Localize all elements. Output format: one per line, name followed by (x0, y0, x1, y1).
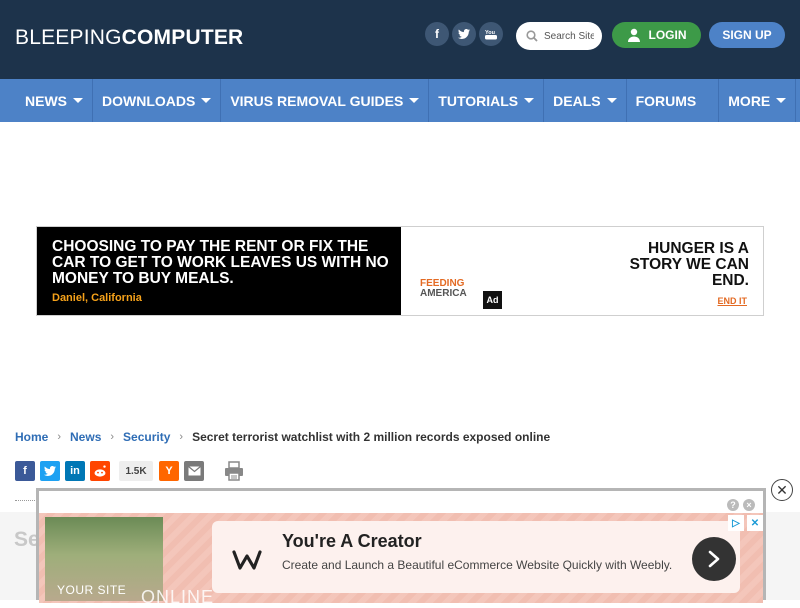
breadcrumb-news[interactable]: News (70, 430, 101, 444)
advertisement-banner[interactable]: CHOOSING TO PAY THE RENT OR FIX THE CAR … (36, 226, 764, 316)
ad-description: Create and Launch a Beautiful eCommerce … (282, 558, 673, 572)
signup-label: SIGN UP (722, 28, 772, 42)
nav-label: NEWS (25, 92, 67, 109)
ad-right-headline: HUNGER IS A STORY WE CAN END. (629, 240, 749, 289)
chevron-right-icon: › (110, 431, 115, 443)
share-reddit-icon[interactable] (90, 461, 110, 481)
ad-cta-link[interactable]: END IT (717, 296, 747, 306)
ad-close-icon[interactable]: ✕ (747, 515, 763, 531)
caret-down-icon (776, 98, 787, 103)
nav-item-forums[interactable]: FORUMS (627, 79, 720, 122)
main-nav: NEWS DOWNLOADS VIRUS REMOVAL GUIDES TUTO… (0, 79, 800, 122)
ad-dismiss-icon[interactable]: × (743, 499, 755, 511)
breadcrumb-security[interactable]: Security (123, 430, 170, 444)
search-box[interactable] (516, 22, 602, 50)
nav-item-more[interactable]: MORE (719, 79, 797, 122)
ad-headline: CHOOSING TO PAY THE RENT OR FIX THE CAR … (52, 238, 389, 287)
share-email-icon[interactable] (184, 461, 204, 481)
nav-label: VIRUS REMOVAL GUIDES (230, 92, 404, 109)
share-linkedin-icon[interactable]: in (65, 461, 85, 481)
breadcrumb-home[interactable]: Home (15, 430, 48, 444)
logo-text-part2: COMPUTER (121, 26, 244, 49)
nav-item-downloads[interactable]: DOWNLOADS (93, 79, 222, 122)
nav-label: MORE (728, 92, 771, 109)
print-icon[interactable] (223, 460, 245, 482)
nav-label: DOWNLOADS (102, 92, 196, 109)
feeding-america-logo: FEEDING AMERICA (420, 279, 467, 299)
user-icon (627, 28, 640, 42)
ad-council-logo: Ad (483, 291, 502, 309)
nav-label: DEALS (553, 92, 601, 109)
brand-line2: AMERICA (420, 288, 467, 299)
nav-label: FORUMS (635, 92, 697, 109)
nav-item-news[interactable]: NEWS (16, 79, 93, 122)
ad-info-icon[interactable]: ? (727, 499, 739, 511)
site-logo[interactable]: BLEEPINGCOMPUTER (15, 26, 243, 50)
nav-label: TUTORIALS (438, 92, 519, 109)
ad-next-arrow-icon[interactable] (692, 537, 736, 581)
nav-item-virus-removal-guides[interactable]: VIRUS REMOVAL GUIDES (221, 79, 430, 122)
close-overlay-icon[interactable]: ✕ (771, 479, 793, 501)
youtube-icon[interactable]: You (479, 22, 503, 46)
facebook-icon[interactable]: f (425, 22, 449, 46)
login-label: LOGIN (648, 28, 687, 42)
chevron-right-icon: › (57, 431, 62, 443)
search-icon (526, 30, 538, 42)
share-facebook-icon[interactable]: f (15, 461, 35, 481)
bottom-sticky-ad[interactable]: ? × YOUR SITE ONLINE You're A Creator Cr… (36, 488, 766, 607)
adchoices-icon[interactable]: ▷ (728, 515, 744, 531)
ad-title: You're A Creator (282, 531, 422, 551)
caret-down-icon (606, 98, 617, 103)
breadcrumb-current: Secret terrorist watchlist with 2 millio… (192, 430, 551, 444)
caret-down-icon (524, 98, 535, 103)
login-button[interactable]: LOGIN (612, 22, 701, 48)
share-twitter-icon[interactable] (40, 461, 60, 481)
ad-photo-label: YOUR SITE (57, 583, 127, 597)
caret-down-icon (409, 98, 420, 103)
logo-text-part1: BLEEPING (15, 26, 122, 49)
signup-button[interactable]: SIGN UP (709, 22, 785, 48)
site-header: BLEEPINGCOMPUTER f You LOGIN SIGN UP (0, 0, 800, 79)
divider (15, 500, 35, 501)
caret-down-icon (201, 98, 212, 103)
nav-item-deals[interactable]: DEALS (544, 79, 627, 122)
ad-watermark-text: ONLINE (141, 587, 215, 607)
nav-item-tutorials[interactable]: TUTORIALS (429, 79, 545, 122)
twitter-icon[interactable] (452, 22, 476, 46)
chevron-right-icon: › (179, 431, 184, 443)
share-count: 1.5K (119, 461, 153, 481)
caret-down-icon (73, 98, 83, 103)
ad-choices[interactable]: ▷ ✕ (728, 515, 764, 531)
search-input[interactable] (544, 30, 594, 42)
share-hackernews-icon[interactable]: Y (159, 461, 179, 481)
breadcrumb: Home › News › Security › Secret terroris… (15, 430, 550, 444)
weebly-logo-icon (232, 548, 262, 572)
ad-dark-panel: CHOOSING TO PAY THE RENT OR FIX THE CAR … (37, 227, 401, 315)
ad-location: Daniel, California (52, 292, 142, 304)
